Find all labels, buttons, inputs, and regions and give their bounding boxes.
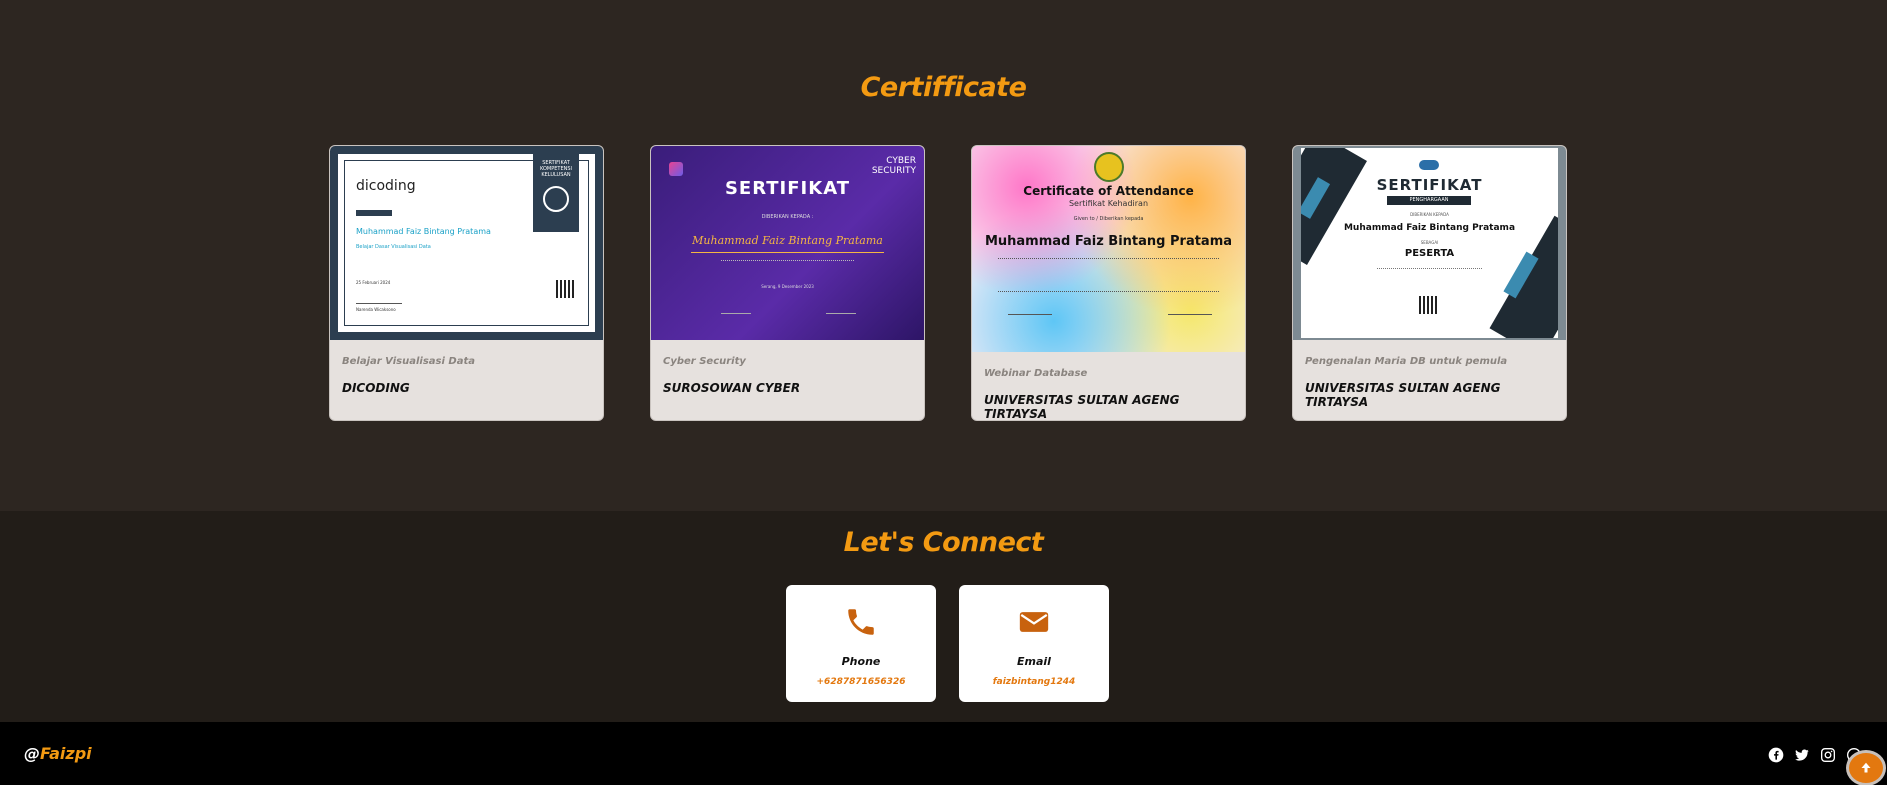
untirta-logo — [1094, 152, 1124, 182]
certificate-organization: UNIVERSITAS SULTAN AGENG TIRTAYSA — [1305, 381, 1501, 409]
certificate-badge: SERTIFIKAT KOMPETENSI KELULUSAN — [533, 154, 579, 232]
certificate-image-webinar-database[interactable]: Certificate of Attendance Sertifikat Keh… — [972, 146, 1245, 352]
phone-icon — [848, 609, 874, 635]
footer-brand[interactable]: @Faizpi — [24, 744, 92, 763]
certificate-category: Webinar Database — [984, 368, 1088, 379]
recipient-name: Muhammad Faiz Bintang Pratama — [984, 234, 1233, 249]
recipient-name: Muhammad Faiz Bintang Pratama — [1343, 223, 1516, 233]
qr-code-icon — [1419, 296, 1437, 314]
phone-contact-card[interactable]: Phone +6287871656326 — [786, 585, 936, 702]
certificate-section: Certifficate dicoding SERTIFIKAT KOMPETE… — [0, 0, 1887, 511]
university-logos — [1419, 160, 1439, 170]
arrow-up-icon — [1861, 762, 1871, 773]
recipient-name: Muhammad Faiz Bintang Pratama — [356, 227, 491, 236]
certificate-organization: DICODING — [342, 381, 410, 395]
back-to-top-button[interactable] — [1846, 750, 1886, 785]
certificate-card-dicoding[interactable]: dicoding SERTIFIKAT KOMPETENSI KELULUSAN… — [329, 145, 604, 421]
surosowan-logo — [669, 162, 683, 176]
certificate-category: Pengenalan Maria DB untuk pemula — [1305, 356, 1508, 367]
signature — [721, 296, 751, 314]
signature — [356, 290, 402, 304]
recipient-name: Muhammad Faiz Bintang Pratama — [692, 234, 883, 247]
certificate-card-mariadb[interactable]: SERTIFIKAT PENGHARGAAN DIBERIKAN KEPADA … — [1292, 145, 1567, 421]
envelope-icon — [1019, 612, 1049, 632]
certificate-card-webinar-database[interactable]: Certificate of Attendance Sertifikat Keh… — [971, 145, 1246, 421]
certificate-image-dicoding[interactable]: dicoding SERTIFIKAT KOMPETENSI KELULUSAN… — [330, 146, 603, 340]
qr-code-icon — [556, 280, 574, 298]
email-contact-card[interactable]: Email faizbintang1244 — [959, 585, 1109, 702]
email-value: faizbintang1244 — [992, 677, 1076, 687]
phone-value: +6287871656326 — [816, 677, 906, 687]
email-label: Email — [1017, 655, 1051, 668]
certificate-image-surosowan[interactable]: CYBER SECURITY SERTIFIKAT DIBERIKAN KEPA… — [651, 146, 924, 340]
twitter-icon[interactable] — [1794, 747, 1810, 763]
certificate-category: Belajar Visualisasi Data — [342, 356, 475, 367]
instagram-icon[interactable] — [1820, 747, 1836, 763]
certificate-image-mariadb[interactable]: SERTIFIKAT PENGHARGAAN DIBERIKAN KEPADA … — [1293, 146, 1566, 340]
signature — [1008, 314, 1052, 315]
certificate-organization: SUROSOWAN CYBER — [663, 381, 801, 395]
certificate-section-title: Certifficate — [860, 72, 1027, 103]
certificate-organization: UNIVERSITAS SULTAN AGENG TIRTAYSA — [984, 393, 1180, 421]
certificate-card-surosowan[interactable]: CYBER SECURITY SERTIFIKAT DIBERIKAN KEPA… — [650, 145, 925, 421]
medal-icon — [543, 186, 569, 212]
signature — [1168, 314, 1212, 315]
connect-section-title: Let's Connect — [843, 527, 1044, 558]
dicoding-logo: dicoding — [356, 178, 416, 194]
connect-section: Let's Connect Phone +6287871656326 Email… — [0, 511, 1887, 722]
facebook-icon[interactable] — [1768, 747, 1784, 763]
signature — [826, 296, 856, 314]
phone-label: Phone — [841, 655, 881, 668]
certificate-category: Cyber Security — [663, 356, 746, 367]
footer: @Faizpi — [0, 722, 1887, 785]
